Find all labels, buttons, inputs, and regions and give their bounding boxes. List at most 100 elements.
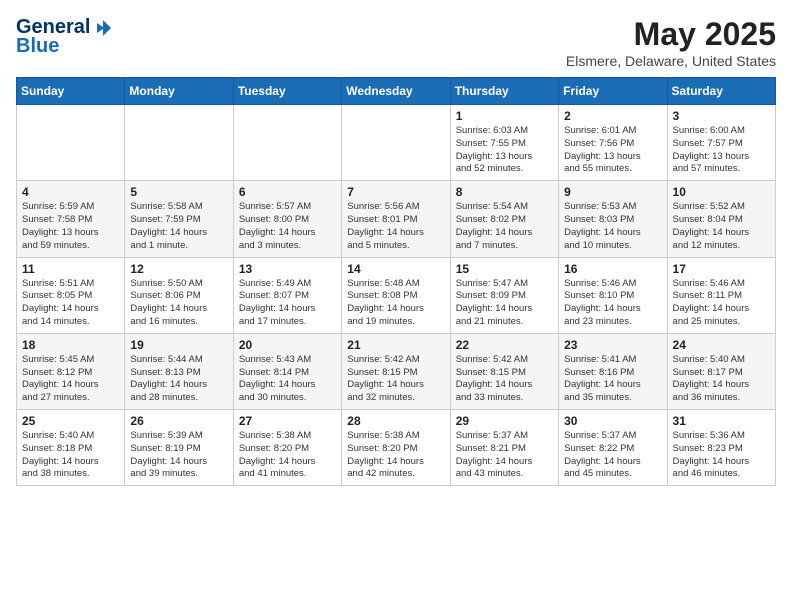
cell-content: Sunrise: 5:39 AM Sunset: 8:19 PM Dayligh… [130,430,227,481]
day-number: 12 [130,262,227,276]
cell-content: Sunrise: 5:42 AM Sunset: 8:15 PM Dayligh… [456,354,553,405]
calendar-cell: 15 Sunrise: 5:47 AM Sunset: 8:09 PM Dayli… [450,257,558,333]
day-number: 31 [673,414,770,428]
cell-content: Sunrise: 5:49 AM Sunset: 8:07 PM Dayligh… [239,278,336,329]
cell-content: Sunrise: 6:03 AM Sunset: 7:55 PM Dayligh… [456,125,553,176]
day-header: Tuesday [233,78,341,105]
day-header: Sunday [17,78,125,105]
day-number: 26 [130,414,227,428]
cell-content: Sunrise: 5:58 AM Sunset: 7:59 PM Dayligh… [130,201,227,252]
cell-content: Sunrise: 5:44 AM Sunset: 8:13 PM Dayligh… [130,354,227,405]
cell-content: Sunrise: 5:46 AM Sunset: 8:11 PM Dayligh… [673,278,770,329]
calendar-cell: 11 Sunrise: 5:51 AM Sunset: 8:05 PM Dayli… [17,257,125,333]
cell-content: Sunrise: 5:50 AM Sunset: 8:06 PM Dayligh… [130,278,227,329]
day-number: 2 [564,109,661,123]
day-number: 4 [22,185,119,199]
day-number: 6 [239,185,336,199]
cell-content: Sunrise: 6:00 AM Sunset: 7:57 PM Dayligh… [673,125,770,176]
calendar-cell: 13Sunrise: 5:49 AM Sunset: 8:07 PM Dayli… [233,257,341,333]
day-number: 8 [456,185,553,199]
cell-content: Sunrise: 5:56 AM Sunset: 8:01 PM Dayligh… [347,201,444,252]
day-number: 11 [22,262,119,276]
day-number: 29 [456,414,553,428]
calendar-cell: 7Sunrise: 5:56 AM Sunset: 8:01 PM Daylig… [342,181,450,257]
cell-content: Sunrise: 5:38 AM Sunset: 8:20 PM Dayligh… [239,430,336,481]
cell-content: Sunrise: 5:47 AM Sunset: 8:09 PM Dayligh… [456,278,553,329]
calendar-cell: 18Sunrise: 5:45 AM Sunset: 8:12 PM Dayli… [17,333,125,409]
day-number: 10 [673,185,770,199]
calendar-cell: 8 Sunrise: 5:54 AM Sunset: 8:02 PM Daylig… [450,181,558,257]
cell-content: Sunrise: 5:43 AM Sunset: 8:14 PM Dayligh… [239,354,336,405]
cell-content: Sunrise: 5:37 AM Sunset: 8:21 PM Dayligh… [456,430,553,481]
day-number: 25 [22,414,119,428]
calendar-cell: 4 Sunrise: 5:59 AM Sunset: 7:58 PM Daylig… [17,181,125,257]
calendar-cell: 3 Sunrise: 6:00 AM Sunset: 7:57 PM Daylig… [667,105,775,181]
calendar-cell: 12 Sunrise: 5:50 AM Sunset: 8:06 PM Dayli… [125,257,233,333]
day-number: 15 [456,262,553,276]
day-number: 20 [239,338,336,352]
calendar-cell: 6Sunrise: 5:57 AM Sunset: 8:00 PM Daylig… [233,181,341,257]
day-number: 19 [130,338,227,352]
day-header: Wednesday [342,78,450,105]
day-number: 24 [673,338,770,352]
day-header: Friday [559,78,667,105]
calendar-cell: 20 Sunrise: 5:43 AM Sunset: 8:14 PM Dayli… [233,333,341,409]
calendar-header: SundayMondayTuesdayWednesdayThursdayFrid… [17,78,776,105]
calendar-cell: 30 Sunrise: 5:37 AM Sunset: 8:22 PM Dayli… [559,410,667,486]
calendar-cell: 29 Sunrise: 5:37 AM Sunset: 8:21 PM Dayli… [450,410,558,486]
day-number: 5 [130,185,227,199]
calendar-cell: 2 Sunrise: 6:01 AM Sunset: 7:56 PM Daylig… [559,105,667,181]
calendar-table: SundayMondayTuesdayWednesdayThursdayFrid… [16,77,776,486]
day-number: 23 [564,338,661,352]
cell-content: Sunrise: 5:54 AM Sunset: 8:02 PM Dayligh… [456,201,553,252]
cell-content: Sunrise: 5:36 AM Sunset: 8:23 PM Dayligh… [673,430,770,481]
calendar-cell: 9Sunrise: 5:53 AM Sunset: 8:03 PM Daylig… [559,181,667,257]
cell-content: Sunrise: 5:52 AM Sunset: 8:04 PM Dayligh… [673,201,770,252]
day-number: 27 [239,414,336,428]
day-number: 18 [22,338,119,352]
calendar-cell: 14Sunrise: 5:48 AM Sunset: 8:08 PM Dayli… [342,257,450,333]
title-block: May 2025 Elsmere, Delaware, United State… [566,16,776,69]
day-number: 30 [564,414,661,428]
day-number: 14 [347,262,444,276]
cell-content: Sunrise: 5:37 AM Sunset: 8:22 PM Dayligh… [564,430,661,481]
calendar-cell: 21Sunrise: 5:42 AM Sunset: 8:15 PM Dayli… [342,333,450,409]
calendar-week: 18Sunrise: 5:45 AM Sunset: 8:12 PM Dayli… [17,333,776,409]
calendar-cell [342,105,450,181]
page-title: May 2025 [566,16,776,53]
day-number: 3 [673,109,770,123]
calendar-body: 1 Sunrise: 6:03 AM Sunset: 7:55 PM Daylig… [17,105,776,486]
cell-content: Sunrise: 6:01 AM Sunset: 7:56 PM Dayligh… [564,125,661,176]
calendar-cell: 16Sunrise: 5:46 AM Sunset: 8:10 PM Dayli… [559,257,667,333]
calendar-cell: 1 Sunrise: 6:03 AM Sunset: 7:55 PM Daylig… [450,105,558,181]
day-header: Thursday [450,78,558,105]
header-row: SundayMondayTuesdayWednesdayThursdayFrid… [17,78,776,105]
day-header: Saturday [667,78,775,105]
calendar-cell [17,105,125,181]
day-number: 17 [673,262,770,276]
cell-content: Sunrise: 5:41 AM Sunset: 8:16 PM Dayligh… [564,354,661,405]
calendar-cell: 25Sunrise: 5:40 AM Sunset: 8:18 PM Dayli… [17,410,125,486]
logo: General Blue [16,16,114,58]
calendar-cell [125,105,233,181]
calendar-cell: 26 Sunrise: 5:39 AM Sunset: 8:19 PM Dayli… [125,410,233,486]
day-number: 28 [347,414,444,428]
calendar-week: 1 Sunrise: 6:03 AM Sunset: 7:55 PM Daylig… [17,105,776,181]
day-number: 21 [347,338,444,352]
day-number: 1 [456,109,553,123]
day-number: 9 [564,185,661,199]
day-number: 22 [456,338,553,352]
day-number: 16 [564,262,661,276]
calendar-cell: 31 Sunrise: 5:36 AM Sunset: 8:23 PM Dayli… [667,410,775,486]
calendar-cell: 5 Sunrise: 5:58 AM Sunset: 7:59 PM Daylig… [125,181,233,257]
calendar-cell: 28Sunrise: 5:38 AM Sunset: 8:20 PM Dayli… [342,410,450,486]
calendar-cell: 27 Sunrise: 5:38 AM Sunset: 8:20 PM Dayli… [233,410,341,486]
calendar-week: 11 Sunrise: 5:51 AM Sunset: 8:05 PM Dayli… [17,257,776,333]
calendar-week: 4 Sunrise: 5:59 AM Sunset: 7:58 PM Daylig… [17,181,776,257]
cell-content: Sunrise: 5:59 AM Sunset: 7:58 PM Dayligh… [22,201,119,252]
calendar-cell: 24Sunrise: 5:40 AM Sunset: 8:17 PM Dayli… [667,333,775,409]
calendar-cell [233,105,341,181]
calendar-cell: 22 Sunrise: 5:42 AM Sunset: 8:15 PM Dayli… [450,333,558,409]
cell-content: Sunrise: 5:51 AM Sunset: 8:05 PM Dayligh… [22,278,119,329]
calendar-cell: 19 Sunrise: 5:44 AM Sunset: 8:13 PM Dayli… [125,333,233,409]
